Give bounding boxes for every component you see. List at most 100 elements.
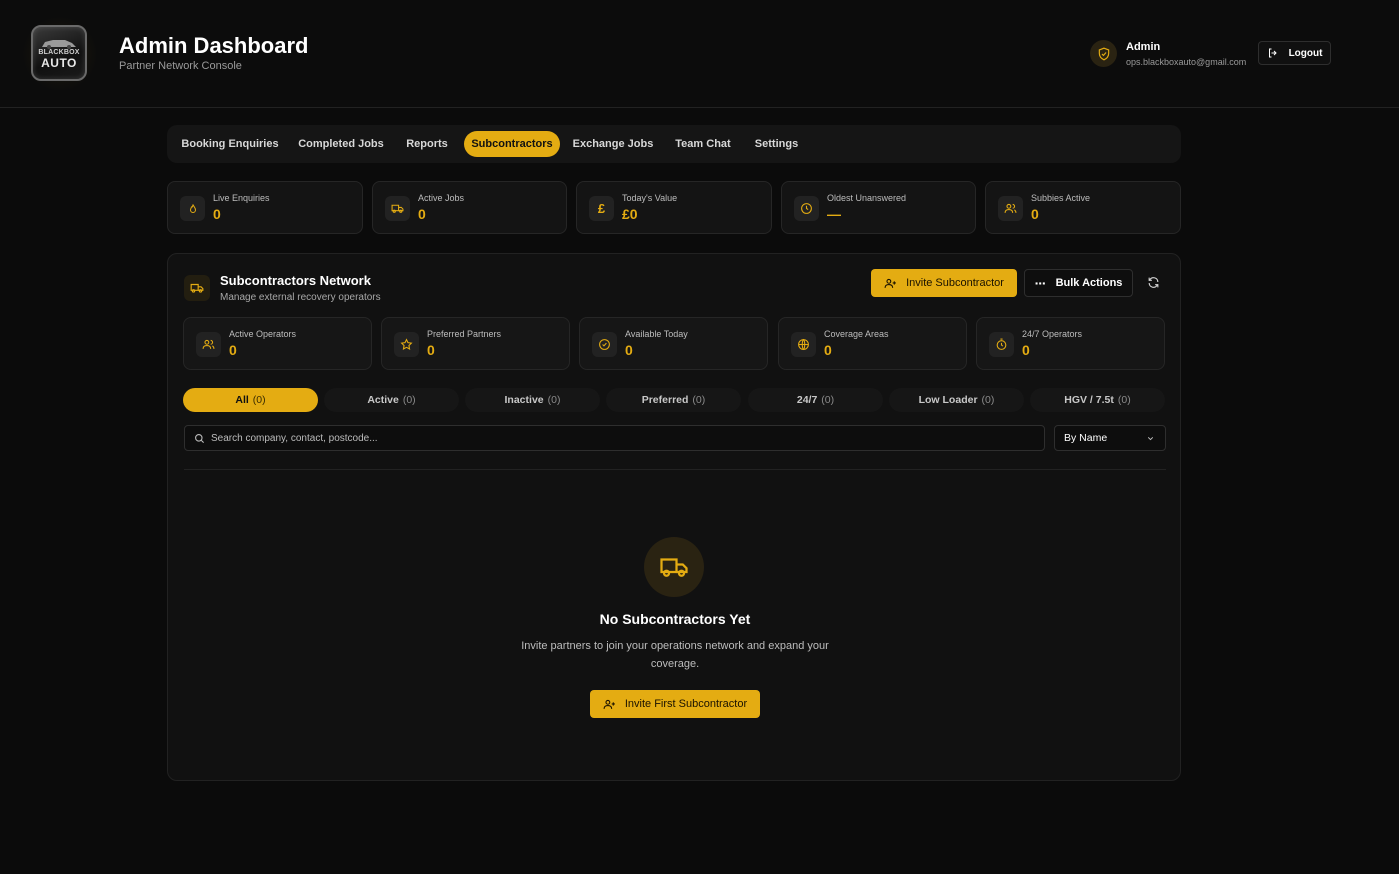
empty-state-title: No Subcontractors Yet (599, 611, 751, 627)
stat-icon-box (196, 332, 221, 357)
tab-booking-enquiries[interactable]: Booking Enquiries (177, 131, 283, 157)
sort-select[interactable]: By Name (1054, 425, 1166, 451)
filter-count: (0) (981, 394, 995, 406)
filter-preferred[interactable]: Preferred (0) (606, 388, 741, 412)
filter-count: (0) (252, 394, 266, 406)
user-name: Admin (1126, 41, 1161, 53)
stat-card-live-enquiries: Live Enquiries 0 (167, 181, 363, 234)
search-input[interactable] (211, 426, 1031, 450)
filter-count: (0) (547, 394, 561, 406)
logo-text-bottom: AUTO (41, 56, 77, 70)
stat-icon-box (394, 332, 419, 357)
stat-icon-box (791, 332, 816, 357)
panel-icon-box (184, 275, 210, 301)
admin-shield-badge (1090, 40, 1117, 67)
stat-label: Subbies Active (1031, 193, 1091, 203)
stat-label: Oldest Unanswered (827, 193, 907, 203)
truck-icon (190, 283, 204, 293)
users-icon (1004, 203, 1017, 213)
stat-label: Active Jobs (418, 193, 465, 203)
stat-label: Available Today (625, 329, 688, 339)
filter-low-loader[interactable]: Low Loader (0) (889, 388, 1024, 412)
substat-active-operators: Active Operators 0 (183, 317, 372, 370)
invite-first-label: Invite First Subcontractor (624, 698, 748, 710)
stat-value: 0 (213, 206, 221, 222)
timer-icon (996, 338, 1007, 350)
filter-count: (0) (1117, 394, 1131, 406)
user-plus-icon (884, 278, 896, 288)
stat-value: 0 (625, 342, 633, 358)
invite-label: Invite Subcontractor (906, 277, 1004, 289)
filter-count: (0) (821, 394, 835, 406)
empty-state-icon (644, 537, 704, 597)
filter-24-7[interactable]: 24/7 (0) (748, 388, 883, 412)
invite-subcontractor-button[interactable]: Invite Subcontractor (871, 269, 1017, 297)
bulk-actions-button[interactable]: ··· Bulk Actions (1024, 269, 1133, 297)
panel-subtitle: Manage external recovery operators (220, 292, 381, 303)
stat-label: 24/7 Operators (1022, 329, 1083, 339)
tab-settings[interactable]: Settings (748, 131, 805, 157)
logout-label: Logout (1288, 47, 1323, 59)
stat-icon-box: £ (589, 196, 614, 221)
empty-state-description: Invite partners to join your operations … (521, 640, 829, 670)
filter-hgv[interactable]: HGV / 7.5t (0) (1030, 388, 1165, 412)
tab-completed-jobs[interactable]: Completed Jobs (293, 131, 389, 157)
blackbox-auto-logo[interactable]: BLACKBOX AUTO (31, 25, 87, 81)
clock-icon (801, 203, 812, 214)
substat-available-today: Available Today 0 (579, 317, 768, 370)
filter-inactive[interactable]: Inactive (0) (465, 388, 600, 412)
search-icon (195, 434, 205, 444)
stat-label: Today's Value (622, 193, 678, 203)
stat-icon-box (989, 332, 1014, 357)
tab-team-chat[interactable]: Team Chat (667, 131, 739, 157)
stat-value: 0 (229, 342, 237, 358)
filter-active[interactable]: Active (0) (324, 388, 459, 412)
truck-icon (660, 558, 688, 577)
substat-coverage-areas: Coverage Areas 0 (778, 317, 967, 370)
subcontractors-panel: Subcontractors Network Manage external r… (167, 253, 1181, 781)
logo-container: BLACKBOX AUTO (22, 16, 98, 92)
check-circle-icon (599, 339, 610, 350)
search-box (184, 425, 1045, 451)
stat-value: 0 (427, 342, 435, 358)
stat-label: Live Enquiries (213, 193, 270, 203)
chevron-down-icon (1147, 437, 1154, 441)
stat-card-subbies-active: Subbies Active 0 (985, 181, 1181, 234)
more-horizontal-icon: ··· (1034, 275, 1047, 291)
tab-exchange-jobs[interactable]: Exchange Jobs (568, 131, 658, 157)
stat-icon-box (385, 196, 410, 221)
page-subtitle: Partner Network Console (119, 60, 242, 72)
flame-icon (189, 203, 196, 213)
filter-label: 24/7 (796, 394, 818, 406)
truck-icon (391, 204, 404, 213)
stat-icon-box (794, 196, 819, 221)
filter-label: HGV / 7.5t (1064, 394, 1114, 406)
filter-label: All (235, 394, 249, 406)
filter-label: Preferred (641, 394, 689, 406)
divider (184, 469, 1166, 470)
panel-title: Subcontractors Network (220, 273, 371, 288)
star-icon (400, 338, 413, 350)
refresh-button[interactable] (1143, 272, 1163, 292)
stat-label: Preferred Partners (427, 329, 502, 339)
stat-value: 0 (824, 342, 832, 358)
logout-button[interactable]: Logout (1258, 41, 1331, 65)
invite-first-subcontractor-button[interactable]: Invite First Subcontractor (590, 690, 760, 718)
car-icon (42, 40, 76, 49)
globe-icon (798, 338, 809, 351)
page-title: Admin Dashboard (119, 33, 309, 58)
stat-value: 0 (1022, 342, 1030, 358)
stat-label: Coverage Areas (824, 329, 889, 339)
refresh-icon (1148, 276, 1158, 288)
sort-value: By Name (1064, 432, 1108, 444)
filter-label: Active (367, 394, 399, 406)
filter-all[interactable]: All (0) (183, 388, 318, 412)
tab-reports[interactable]: Reports (399, 131, 455, 157)
stat-icon-box (998, 196, 1023, 221)
tab-subcontractors[interactable]: Subcontractors (464, 131, 560, 157)
user-plus-icon (603, 699, 615, 709)
stat-value: 0 (1031, 206, 1039, 222)
main-nav: Booking Enquiries Completed Jobs Reports… (167, 125, 1181, 163)
filter-label: Low Loader (918, 394, 978, 406)
pound-icon: £ (597, 201, 606, 216)
